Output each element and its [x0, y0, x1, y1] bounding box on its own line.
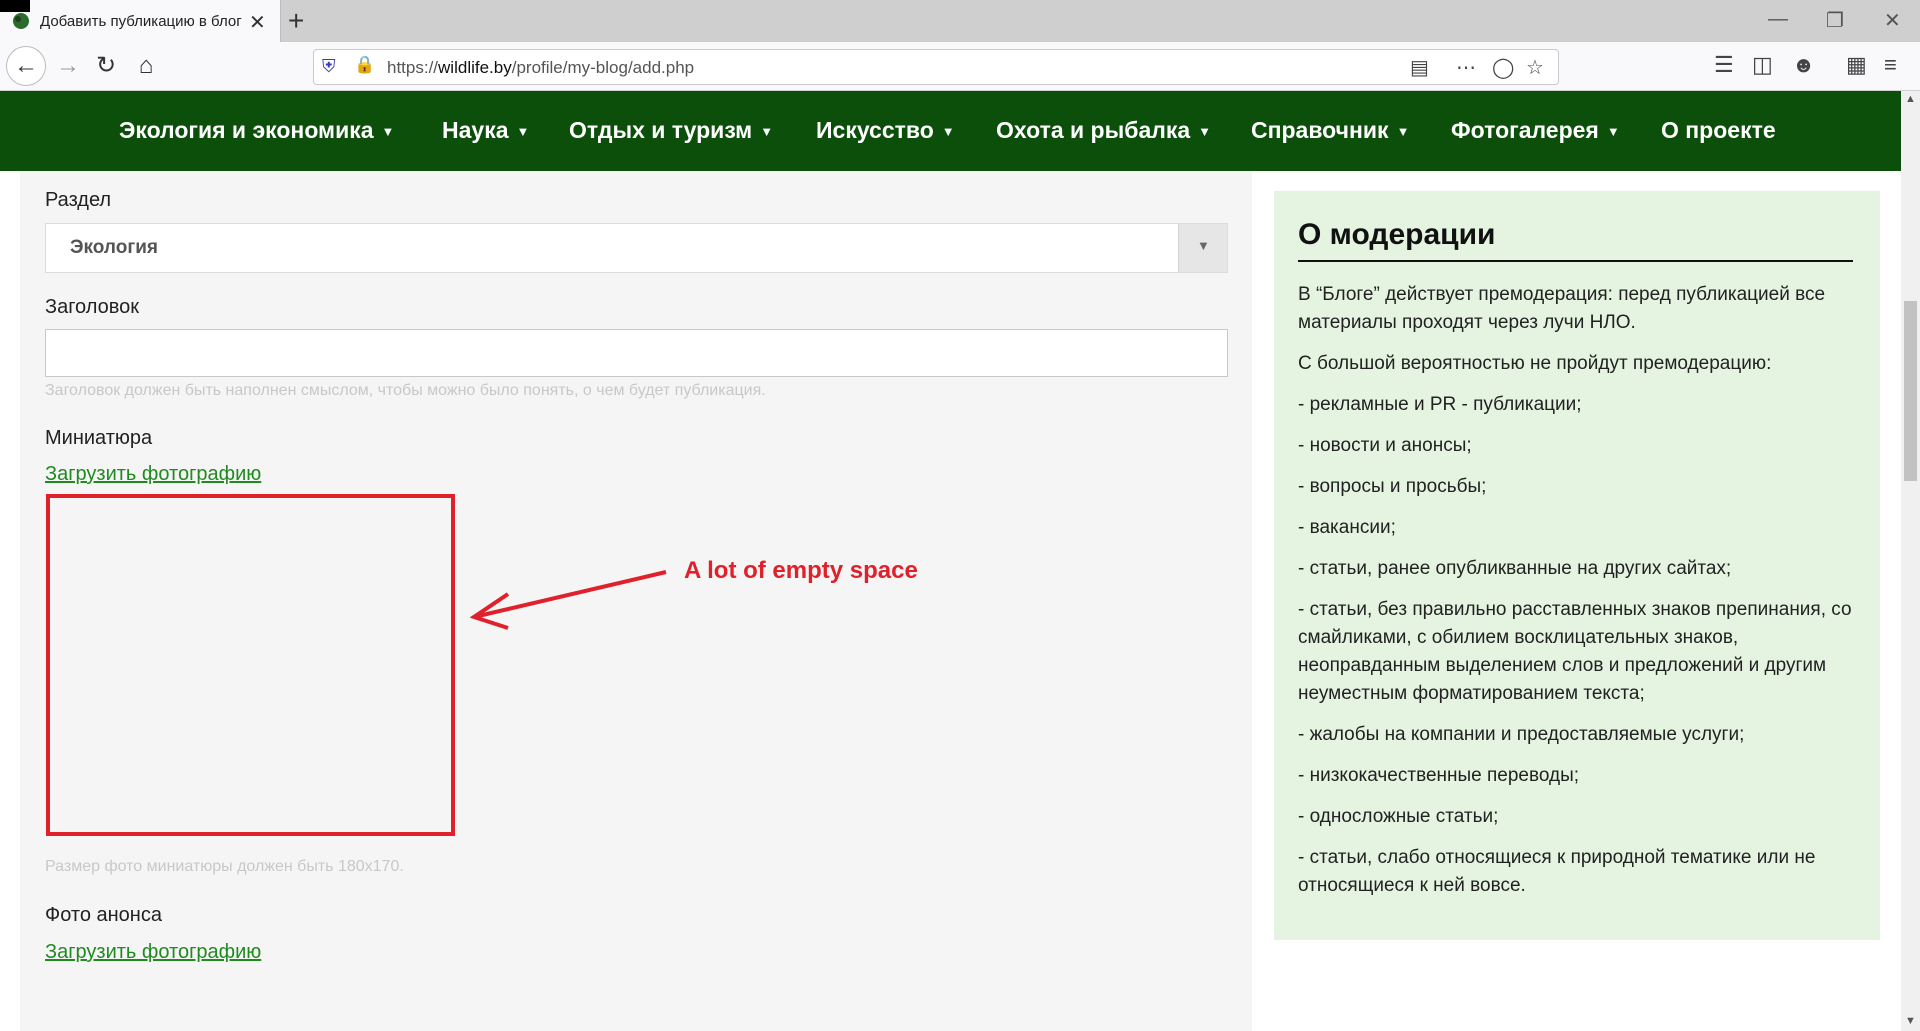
reload-icon[interactable]: ↻ [90, 50, 122, 82]
home-icon[interactable]: ⌂ [130, 50, 162, 82]
moderation-paragraph: В “Блоге” действует премодерация: перед … [1298, 284, 1826, 333]
empty-space-highlight-box [46, 494, 455, 836]
chevron-down-icon: ▼ [760, 124, 774, 140]
chevron-down-icon: ▼ [1198, 124, 1212, 140]
thumbnail-hint: Размер фото миниатюры должен быть 180x17… [45, 858, 404, 875]
forward-arrow-icon[interactable]: → [52, 50, 84, 82]
moderation-list-item: - статьи, ранее опубликванные на других … [1298, 558, 1732, 579]
section-selected-value: Экология [70, 237, 159, 258]
scroll-up-icon[interactable]: ▲ [1905, 93, 1916, 105]
nav-item-photo-gallery[interactable]: Фотогалерея ▼ [1451, 117, 1620, 144]
more-actions-icon[interactable]: ⋯ [1456, 55, 1476, 80]
announce-upload-link[interactable]: Загрузить фотографию [45, 941, 261, 964]
sidebar-icon[interactable]: ◫ [1752, 52, 1773, 78]
library-icon[interactable]: ☰ [1714, 52, 1734, 78]
section-select[interactable]: Экология ▼ [45, 223, 1228, 273]
nav-item-ecology-economy[interactable]: Экология и экономика ▼ [119, 117, 394, 144]
moderation-panel: О модерации В “Блоге” действует премодер… [1274, 191, 1880, 940]
moderation-list-item: - рекламные и PR - публикации; [1298, 394, 1582, 415]
menu-icon[interactable]: ≡ [1884, 52, 1897, 78]
page-scrollbar[interactable]: ▲ ▼ [1901, 91, 1920, 1031]
bookmark-star-icon[interactable]: ☆ [1526, 55, 1544, 80]
annotation-text: A lot of empty space [684, 557, 918, 584]
pocket-icon[interactable]: ◯ [1492, 55, 1514, 80]
chevron-down-icon: ▼ [1396, 124, 1410, 140]
chevron-down-icon: ▼ [516, 124, 530, 140]
chevron-down-icon: ▼ [381, 124, 395, 140]
address-bar[interactable]: ⛨ 🔒 https://wildlife.by/profile/my-blog/… [313, 49, 1559, 85]
moderation-paragraph: С большой вероятностью не пройдут премод… [1298, 353, 1772, 374]
moderation-list-item: - статьи, без правильно расставленных зн… [1298, 599, 1852, 704]
extensions-icon[interactable]: ▦ [1846, 52, 1867, 78]
site-navigation: Экология и экономика ▼ Наука ▼ Отдых и тур… [0, 91, 1901, 171]
nav-item-about[interactable]: О проекте [1661, 117, 1776, 144]
nav-item-art[interactable]: Искусство ▼ [816, 117, 955, 144]
nav-item-hunting-fishing[interactable]: Охота и рыбалка ▼ [996, 117, 1211, 144]
moderation-list-item: - статьи, слабо относящиеся к природной … [1298, 847, 1816, 896]
moderation-list-item: - односложные статьи; [1298, 806, 1499, 827]
tracking-shield-icon[interactable]: ⛨ [322, 56, 336, 77]
new-tab-button[interactable]: + [288, 5, 304, 37]
tab-close-icon[interactable]: ✕ [249, 10, 266, 35]
scroll-down-icon[interactable]: ▼ [1905, 1015, 1916, 1027]
title-hint: Заголовок должен быть наполнен смыслом, … [45, 382, 766, 399]
moderation-list-item: - низкокачественные переводы; [1298, 765, 1580, 786]
url-text[interactable]: https://wildlife.by/profile/my-blog/add.… [387, 58, 694, 78]
announce-photo-label: Фото анонса [45, 904, 162, 926]
close-window-button[interactable]: ✕ [1884, 8, 1901, 33]
tab-title: Добавить публикацию в блог [40, 13, 242, 30]
nav-item-reference[interactable]: Справочник ▼ [1251, 117, 1409, 144]
annotation-arrow-icon [470, 570, 667, 630]
nav-item-science[interactable]: Наука ▼ [442, 117, 529, 144]
scrollbar-thumb[interactable] [1904, 301, 1917, 481]
section-label: Раздел [45, 189, 112, 211]
moderation-list-item: - новости и анонсы; [1298, 435, 1472, 456]
site-favicon-icon [13, 13, 29, 29]
moderation-list-item: - вакансии; [1298, 517, 1396, 538]
thumbnail-upload-link[interactable]: Загрузить фотографию [45, 463, 261, 486]
back-arrow-icon[interactable]: ← [6, 46, 46, 86]
chevron-down-icon: ▼ [941, 124, 955, 140]
chevron-down-icon: ▼ [1197, 238, 1210, 253]
reader-view-icon[interactable]: ▤ [1410, 55, 1429, 80]
browser-tab[interactable]: Добавить публикацию в блог ✕ [0, 0, 281, 42]
title-label: Заголовок [45, 296, 140, 318]
account-icon[interactable]: ☻ [1792, 52, 1815, 78]
thumbnail-label: Миниатюра [45, 427, 153, 449]
minimize-button[interactable]: — [1768, 8, 1788, 31]
redaction-block [0, 0, 30, 12]
moderation-list-item: - жалобы на компании и предоставляемые у… [1298, 724, 1745, 745]
select-dropdown-button[interactable]: ▼ [1178, 224, 1227, 272]
moderation-list-item: - вопросы и просьбы; [1298, 476, 1487, 497]
restore-button[interactable]: ❐ [1826, 8, 1844, 33]
chevron-down-icon: ▼ [1606, 124, 1620, 140]
nav-item-recreation-tourism[interactable]: Отдых и туризм ▼ [569, 117, 773, 144]
moderation-title: О модерации [1298, 218, 1853, 262]
browser-tab-bar: Добавить публикацию в блог ✕ + — ❐ ✕ [0, 0, 1920, 42]
title-input[interactable] [45, 329, 1228, 377]
lock-icon[interactable]: 🔒 [354, 55, 375, 75]
